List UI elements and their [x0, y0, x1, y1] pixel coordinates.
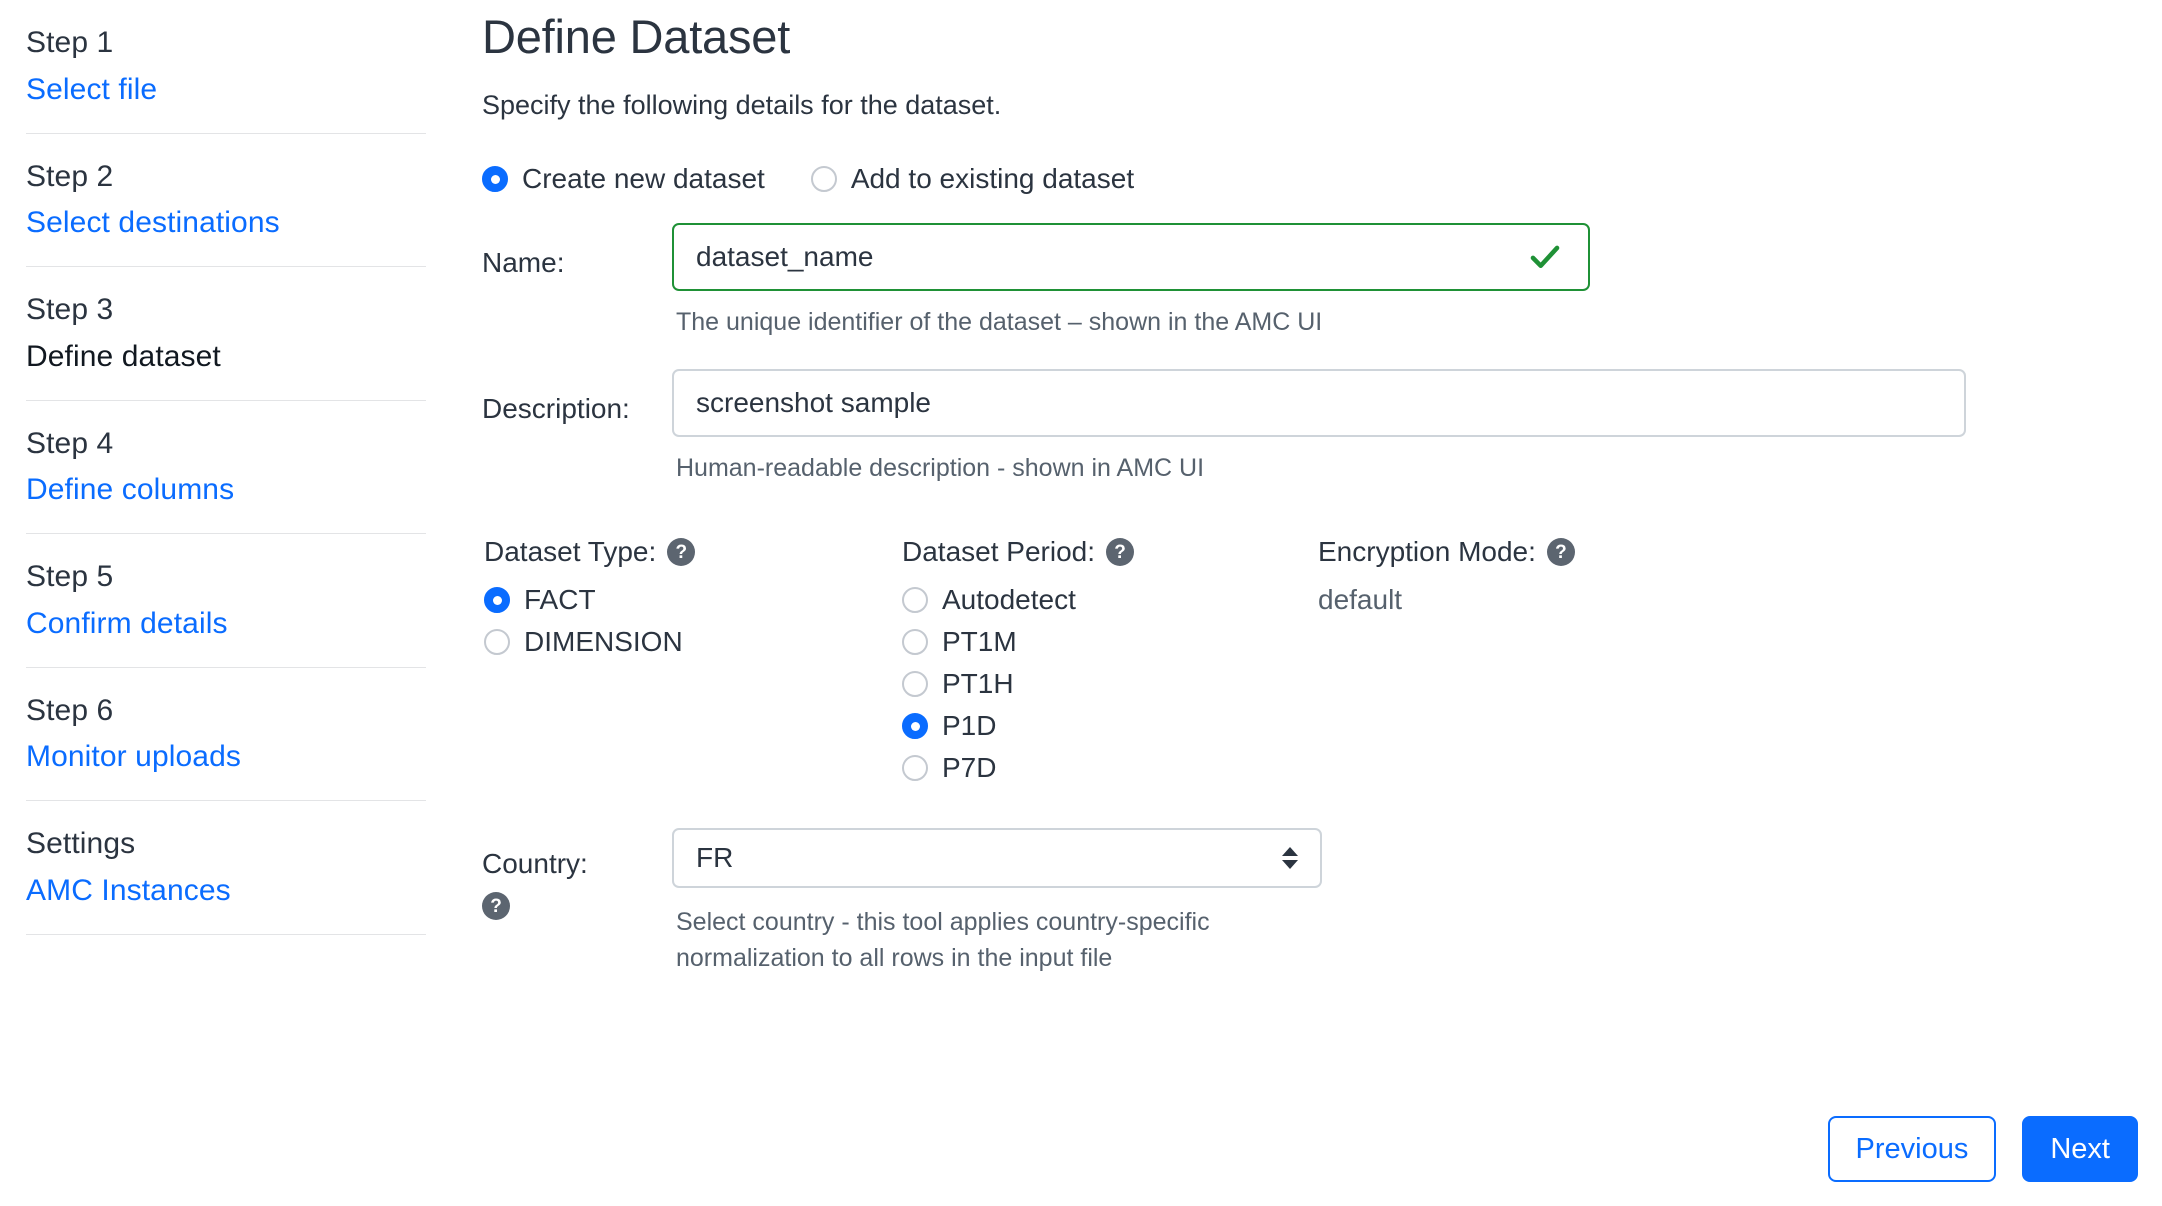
country-select[interactable]: FR — [672, 828, 1322, 888]
radio-create-new-dataset[interactable]: Create new dataset — [482, 163, 765, 195]
sidebar-step-2: Step 2 Select destinations — [26, 158, 426, 243]
sidebar-step-2-title: Step 2 — [26, 158, 426, 196]
sidebar-divider-4 — [26, 533, 426, 534]
description-field-row: Description: screenshot sample Human-rea… — [482, 369, 2162, 487]
sidebar-step-1: Step 1 Select file — [26, 24, 426, 109]
radio-period-p7d-label: P7D — [942, 752, 996, 784]
sidebar-step-4: Step 4 Define columns — [26, 425, 426, 510]
radio-period-pt1h-control[interactable] — [902, 671, 928, 697]
main-content: Define Dataset Specify the following det… — [452, 0, 2162, 1206]
sidebar-step-4-link[interactable]: Define columns — [26, 470, 426, 509]
radio-add-to-existing-dataset-control[interactable] — [811, 166, 837, 192]
radio-period-pt1m-label: PT1M — [942, 626, 1017, 658]
name-input-value: dataset_name — [696, 243, 873, 271]
country-help-icon[interactable]: ? — [482, 892, 510, 920]
sidebar-step-6-link[interactable]: Monitor uploads — [26, 737, 426, 776]
radio-add-to-existing-dataset-label: Add to existing dataset — [851, 163, 1134, 195]
name-input[interactable]: dataset_name — [672, 223, 1590, 291]
sidebar-step-1-title: Step 1 — [26, 24, 426, 62]
radio-dataset-type-fact-label: FACT — [524, 584, 596, 616]
radio-period-pt1h[interactable]: PT1H — [902, 668, 1318, 700]
encryption-mode-group: Encryption Mode: ? default — [1318, 536, 1575, 784]
radio-period-p1d-control[interactable] — [902, 713, 928, 739]
sidebar-divider-5 — [26, 667, 426, 668]
sidebar-divider-3 — [26, 400, 426, 401]
description-input[interactable]: screenshot sample — [672, 369, 1966, 437]
sidebar-settings-title: Settings — [26, 825, 426, 863]
radio-dataset-type-dimension-control[interactable] — [484, 629, 510, 655]
sidebar-step-5-link[interactable]: Confirm details — [26, 604, 426, 643]
sidebar-divider-2 — [26, 266, 426, 267]
encryption-mode-label: Encryption Mode: — [1318, 536, 1536, 568]
wizard-steps-sidebar: Step 1 Select file Step 2 Select destina… — [0, 0, 452, 1206]
dataset-period-help-icon[interactable]: ? — [1106, 538, 1134, 566]
wizard-actions: Previous Next — [1828, 1116, 2138, 1182]
dataset-type-group: Dataset Type: ? FACT DIMENSION — [484, 536, 902, 784]
sidebar-divider-6 — [26, 800, 426, 801]
radio-create-new-dataset-label: Create new dataset — [522, 163, 765, 195]
check-icon — [1528, 240, 1562, 274]
page-title: Define Dataset — [482, 10, 2162, 64]
sidebar-step-3: Step 3 Define dataset — [26, 291, 426, 376]
country-help-wrap: ? — [482, 892, 672, 920]
next-button[interactable]: Next — [2022, 1116, 2138, 1182]
description-field-help: Human-readable description - shown in AM… — [672, 451, 2162, 487]
sort-arrows-icon — [1282, 847, 1298, 869]
dataset-period-header: Dataset Period: ? — [902, 536, 1318, 568]
sidebar-step-5: Step 5 Confirm details — [26, 558, 426, 643]
description-input-value: screenshot sample — [696, 389, 931, 417]
radio-dataset-type-fact-control[interactable] — [484, 587, 510, 613]
radio-period-p7d[interactable]: P7D — [902, 752, 1318, 784]
encryption-mode-value: default — [1318, 584, 1575, 616]
sidebar-settings: Settings AMC Instances — [26, 825, 426, 910]
sidebar-step-6: Step 6 Monitor uploads — [26, 692, 426, 777]
dataset-type-header: Dataset Type: ? — [484, 536, 902, 568]
radio-dataset-type-fact[interactable]: FACT — [484, 584, 902, 616]
radio-period-p1d[interactable]: P1D — [902, 710, 1318, 742]
name-field-help: The unique identifier of the dataset – s… — [672, 305, 2162, 341]
page-subtitle: Specify the following details for the da… — [482, 90, 2162, 121]
sidebar-step-6-title: Step 6 — [26, 692, 426, 730]
radio-add-to-existing-dataset[interactable]: Add to existing dataset — [811, 163, 1134, 195]
dataset-period-group: Dataset Period: ? Autodetect PT1M PT1H — [902, 536, 1318, 784]
sidebar-step-2-link[interactable]: Select destinations — [26, 203, 426, 242]
dataset-period-label: Dataset Period: — [902, 536, 1095, 568]
encryption-mode-help-icon[interactable]: ? — [1547, 538, 1575, 566]
dataset-type-label: Dataset Type: — [484, 536, 656, 568]
sidebar-step-3-title: Step 3 — [26, 291, 426, 329]
radio-period-pt1m[interactable]: PT1M — [902, 626, 1318, 658]
dataset-type-help-icon[interactable]: ? — [667, 538, 695, 566]
country-field-help: Select country - this tool applies count… — [672, 904, 1322, 977]
radio-dataset-type-dimension-label: DIMENSION — [524, 626, 683, 658]
sidebar-step-1-link[interactable]: Select file — [26, 70, 426, 109]
radio-dataset-type-dimension[interactable]: DIMENSION — [484, 626, 902, 658]
sidebar-step-3-link: Define dataset — [26, 337, 426, 376]
country-field-label: Country: — [482, 848, 672, 880]
radio-period-autodetect[interactable]: Autodetect — [902, 584, 1318, 616]
sidebar-amc-instances-link[interactable]: AMC Instances — [26, 871, 426, 910]
radio-period-pt1m-control[interactable] — [902, 629, 928, 655]
name-field-row: Name: dataset_name The unique identifier… — [482, 223, 2162, 341]
sidebar-divider-1 — [26, 133, 426, 134]
define-dataset-page: Step 1 Select file Step 2 Select destina… — [0, 0, 2162, 1206]
encryption-mode-header: Encryption Mode: ? — [1318, 536, 1575, 568]
radio-period-p7d-control[interactable] — [902, 755, 928, 781]
radio-period-autodetect-label: Autodetect — [942, 584, 1076, 616]
dataset-options-grid: Dataset Type: ? FACT DIMENSION Dataset P… — [482, 536, 2162, 784]
sidebar-divider-7 — [26, 934, 426, 935]
radio-period-p1d-label: P1D — [942, 710, 996, 742]
description-field-label: Description: — [482, 369, 672, 425]
name-field-label: Name: — [482, 223, 672, 279]
radio-create-new-dataset-control[interactable] — [482, 166, 508, 192]
dataset-mode-group: Create new dataset Add to existing datas… — [482, 163, 2162, 195]
previous-button[interactable]: Previous — [1828, 1116, 1997, 1182]
sidebar-step-4-title: Step 4 — [26, 425, 426, 463]
radio-period-pt1h-label: PT1H — [942, 668, 1014, 700]
radio-period-autodetect-control[interactable] — [902, 587, 928, 613]
country-field-row: Country: ? FR Select country - this tool… — [482, 828, 2162, 977]
country-select-value: FR — [696, 842, 733, 874]
country-label-col: Country: ? — [482, 828, 672, 920]
sidebar-step-5-title: Step 5 — [26, 558, 426, 596]
